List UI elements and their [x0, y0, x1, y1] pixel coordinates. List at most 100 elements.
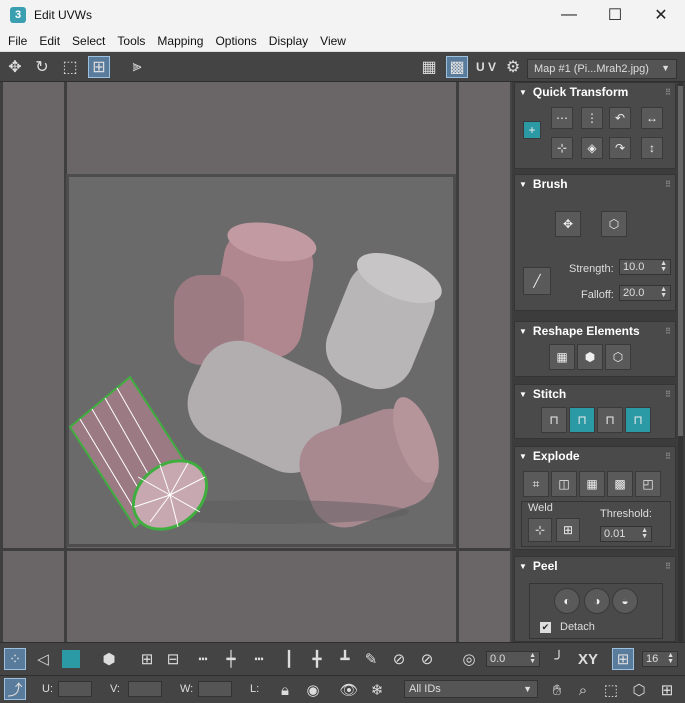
reset-peel-icon[interactable]: ◒ — [612, 588, 638, 614]
polygon-mode-icon[interactable] — [60, 648, 82, 670]
rotate-icon[interactable]: ↻ — [31, 56, 53, 78]
freeze-icon[interactable]: ❄ — [366, 679, 388, 701]
weld-selected-icon[interactable]: ⊹ — [528, 518, 552, 542]
zoom-region-icon[interactable]: ⬚ — [600, 679, 622, 701]
stitch-to-target-icon[interactable]: ⊓ — [569, 407, 595, 433]
pan-hand-icon[interactable]: ✋︎ — [546, 679, 568, 701]
mirror-icon[interactable]: ⫸ — [126, 56, 148, 78]
side-panel-scroll-thumb[interactable] — [678, 86, 683, 436]
zoom-extents-icon[interactable]: ⬡ — [628, 679, 650, 701]
ring-shrink-icon[interactable]: ┻ — [334, 648, 356, 670]
set-pivot-icon[interactable]: + — [523, 121, 541, 139]
uv-axis-button[interactable]: U V — [472, 56, 500, 78]
menu-file[interactable]: File — [0, 34, 33, 48]
v-field[interactable] — [128, 681, 162, 697]
rollout-header[interactable]: ▼ Peel ⠿ — [515, 557, 675, 575]
zoom-icon[interactable]: ⌕ — [572, 679, 594, 701]
rotate-ccw-icon[interactable]: ↶ — [609, 107, 631, 129]
map-select[interactable]: Map #1 (Pi...Mrah2.jpg) ▼ — [527, 59, 677, 79]
space-horizontal-icon[interactable]: ↔ — [641, 107, 663, 129]
flatten-icon[interactable]: ▩ — [607, 471, 633, 497]
menu-display[interactable]: Display — [263, 34, 314, 48]
ring-icon[interactable]: ┃ — [278, 648, 300, 670]
stitch-custom-icon[interactable]: ⊓ — [541, 407, 567, 433]
move-icon[interactable]: ✥ — [4, 56, 26, 78]
rollout-header[interactable]: ▼ Reshape Elements ⠿ — [515, 322, 675, 340]
paint-grow-icon[interactable]: ⊘ — [388, 648, 410, 670]
rollout-header[interactable]: ▼ Stitch ⠿ — [515, 385, 675, 403]
menu-tools[interactable]: Tools — [111, 34, 151, 48]
rotate-angle-spinner[interactable]: 0.0 ▲ ▼ — [486, 651, 540, 667]
lock-icon[interactable]: 🔒︎ — [274, 679, 296, 701]
grow-selection-icon[interactable]: ⊞ — [136, 648, 158, 670]
menu-select[interactable]: Select — [66, 34, 111, 48]
relax-brush-icon[interactable]: ⬡ — [601, 211, 627, 237]
break-icon[interactable]: ⌗ — [523, 471, 549, 497]
close-button[interactable]: ✕ — [638, 0, 684, 30]
weld-target-icon[interactable]: ⊞ — [556, 518, 580, 542]
checker-pattern-icon[interactable]: ▦ — [418, 56, 440, 78]
ring-grow-icon[interactable]: ╋ — [306, 648, 328, 670]
explode-grid-icon[interactable]: ▦ — [579, 471, 605, 497]
stitch-to-average-icon[interactable]: ⊓ — [597, 407, 623, 433]
freeform-icon[interactable]: ⊞ — [88, 56, 110, 78]
u-field[interactable] — [58, 681, 92, 697]
map-settings-icon[interactable]: ⚙ — [502, 56, 524, 78]
straighten-icon[interactable]: ◈ — [581, 137, 603, 159]
loop-icon[interactable]: ┅ — [192, 648, 214, 670]
zoom-selected-icon[interactable]: ⊞ — [656, 679, 678, 701]
scale-icon[interactable]: ⬚ — [59, 56, 81, 78]
eye-icon[interactable]: 👁︎ — [338, 679, 360, 701]
paint-select-icon[interactable]: ✎ — [360, 648, 382, 670]
menu-options[interactable]: Options — [209, 34, 262, 48]
threshold-spinner[interactable]: 0.01 ▲ ▼ — [600, 526, 652, 542]
loop-grow-icon[interactable]: ┿ — [220, 648, 242, 670]
threshold-label: Threshold: — [600, 508, 652, 520]
shrink-selection-icon[interactable]: ⊟ — [162, 648, 184, 670]
uv-island-selected[interactable] — [60, 367, 220, 537]
align-to-edge-icon[interactable]: ⊹ — [551, 137, 573, 159]
menu-mapping[interactable]: Mapping — [151, 34, 209, 48]
grid-snap-icon[interactable]: ⊞ — [612, 648, 634, 670]
grid-size-spinner[interactable]: 16 ▲ ▼ — [642, 651, 678, 667]
falloff-curve-icon[interactable]: ╯ — [548, 648, 570, 670]
uv-viewport[interactable] — [0, 82, 510, 642]
grid-reshape-icon[interactable]: ▦ — [549, 344, 575, 370]
brush-curve-icon[interactable]: ╱ — [523, 267, 551, 295]
element-mode-icon[interactable]: ⬢ — [98, 648, 120, 670]
rotate-cw-icon[interactable]: ↷ — [609, 137, 631, 159]
edge-mode-icon[interactable]: ◁ — [32, 648, 54, 670]
absolute-offset-icon[interactable]: ⤴ — [4, 678, 26, 700]
material-ids-select[interactable]: All IDs ▼ — [404, 680, 538, 698]
stitch-to-source-icon[interactable]: ⊓ — [625, 407, 651, 433]
loop-shrink-icon[interactable]: ┅ — [248, 648, 270, 670]
paint-move-icon[interactable]: ✥ — [555, 211, 581, 237]
show-map-icon[interactable]: ▩ — [446, 56, 468, 78]
straighten-cube-icon[interactable]: ⬡ — [605, 344, 631, 370]
soft-selection-icon[interactable]: ◎ — [458, 648, 480, 670]
align-vertical-icon[interactable]: ⋮ — [581, 107, 603, 129]
falloff-spinner[interactable]: 20.0 ▲ ▼ — [619, 285, 671, 301]
minimize-button[interactable]: — — [546, 0, 592, 30]
paint-shrink-icon[interactable]: ⊘ — [416, 648, 438, 670]
detach-checkbox[interactable]: ✔ — [540, 622, 551, 633]
rollout-header[interactable]: ▼ Quick Transform ⠿ — [515, 83, 675, 101]
vertex-mode-icon[interactable]: ⁘ — [4, 648, 26, 670]
lscm-icon[interactable]: ◑ — [584, 588, 610, 614]
peel-mode-icon[interactable]: ◐ — [554, 588, 580, 614]
space-vertical-icon[interactable]: ↕ — [641, 137, 663, 159]
rollout-header[interactable]: ▼ Brush ⠿ — [515, 175, 675, 193]
align-horizontal-icon[interactable]: ⋯ — [551, 107, 573, 129]
xy-space-button[interactable]: XY — [574, 648, 602, 670]
relax-cube-icon[interactable]: ⬢ — [577, 344, 603, 370]
hide-show-icon[interactable]: ◉ — [302, 679, 324, 701]
rollout-header[interactable]: ▼ Explode ⠿ — [515, 447, 675, 465]
strength-spinner[interactable]: 10.0 ▲ ▼ — [619, 259, 671, 275]
maximize-button[interactable]: ☐ — [592, 0, 638, 30]
w-field[interactable] — [198, 681, 232, 697]
menu-edit[interactable]: Edit — [33, 34, 66, 48]
detach-edge-icon[interactable]: ◫ — [551, 471, 577, 497]
edit-uvws-window: 3 Edit UVWs — ☐ ✕ File Edit Select Tools… — [0, 0, 685, 703]
quick-peel-icon[interactable]: ◰ — [635, 471, 661, 497]
menu-view[interactable]: View — [314, 34, 352, 48]
